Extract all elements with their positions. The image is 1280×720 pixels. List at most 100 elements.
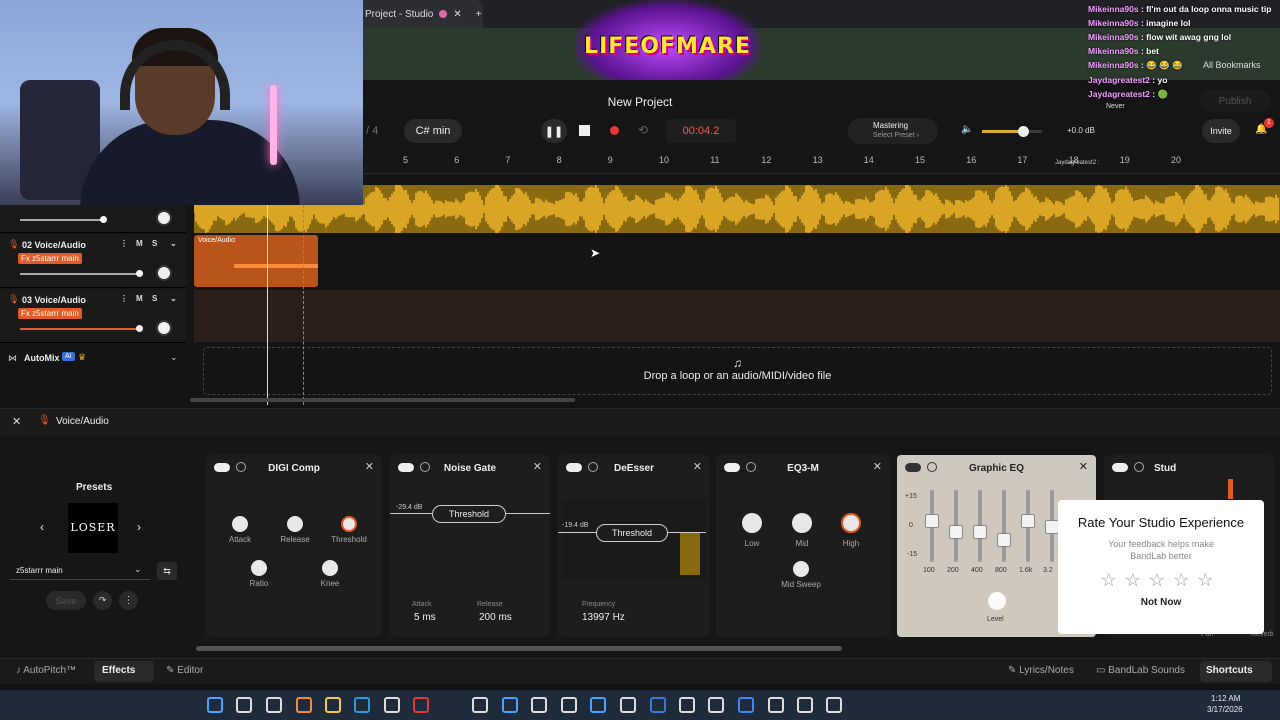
drop-zone[interactable]: ♫ Drop a loop or an audio/MIDI/video fil… bbox=[203, 347, 1272, 395]
threshold-knob[interactable] bbox=[341, 516, 357, 532]
clock-date[interactable]: 3/17/2026 bbox=[1207, 705, 1243, 714]
close-icon[interactable]: ✕ bbox=[693, 460, 702, 473]
eq-fader-handle[interactable] bbox=[949, 525, 963, 539]
close-icon[interactable]: ✕ bbox=[12, 415, 21, 428]
solo-button[interactable]: S bbox=[152, 294, 157, 303]
eq-fader-handle[interactable] bbox=[1045, 520, 1059, 534]
track-header-03[interactable]: 🎙 03 Voice/Audio Fx z5starrr main ⋮ M S … bbox=[0, 289, 186, 343]
threshold-handle[interactable]: Threshold bbox=[596, 524, 668, 542]
close-icon[interactable]: ✕ bbox=[873, 460, 882, 473]
taskbar-app-icon[interactable] bbox=[708, 697, 724, 713]
record-button[interactable] bbox=[610, 126, 619, 135]
close-icon[interactable]: ✕ bbox=[533, 460, 542, 473]
mute-button[interactable]: M bbox=[136, 294, 143, 303]
track-fx-tag[interactable]: Fx z5starrr main bbox=[18, 308, 82, 319]
playhead[interactable] bbox=[267, 205, 268, 405]
taskbar-app-icon[interactable] bbox=[207, 697, 223, 713]
not-now-button[interactable]: Not Now bbox=[1058, 597, 1264, 608]
eq-fader-track[interactable] bbox=[1002, 490, 1006, 562]
track-lane-03[interactable] bbox=[194, 290, 1280, 342]
new-tab-icon[interactable]: + bbox=[476, 9, 482, 20]
track-name[interactable]: Voice/Audio bbox=[35, 295, 86, 305]
attack-knob[interactable] bbox=[232, 516, 248, 532]
effect-toggle[interactable] bbox=[1112, 463, 1128, 472]
frequency-value[interactable]: 13997 Hz bbox=[582, 612, 625, 623]
track-volume-slider[interactable] bbox=[20, 325, 143, 332]
chevron-down-icon[interactable]: ⌄ bbox=[170, 352, 178, 363]
attack-value[interactable]: 5 ms bbox=[414, 612, 436, 623]
more-icon[interactable]: ⋮ bbox=[120, 239, 128, 248]
prev-preset-icon[interactable]: ‹ bbox=[40, 520, 44, 534]
taskbar-app-icon[interactable] bbox=[738, 697, 754, 713]
close-tab-icon[interactable]: ✕ bbox=[453, 9, 461, 20]
info-icon[interactable] bbox=[1134, 462, 1144, 472]
taskbar-app-icon[interactable] bbox=[797, 697, 813, 713]
pause-button[interactable]: ❚❚ bbox=[541, 119, 567, 143]
taskbar-app-icon[interactable] bbox=[236, 697, 252, 713]
taskbar-app-icon[interactable] bbox=[826, 697, 842, 713]
low-knob[interactable] bbox=[742, 513, 762, 533]
taskbar-app-icon[interactable] bbox=[561, 697, 577, 713]
pan-knob[interactable] bbox=[156, 210, 172, 226]
taskbar-app-icon[interactable] bbox=[590, 697, 606, 713]
knee-knob[interactable] bbox=[322, 560, 338, 576]
pan-knob[interactable] bbox=[156, 320, 172, 336]
level-knob[interactable] bbox=[988, 592, 1006, 610]
effects-tab[interactable]: Effects bbox=[94, 661, 154, 682]
autopitch-tab[interactable]: ♪ AutoPitch™ bbox=[16, 665, 76, 676]
taskbar-app-icon[interactable] bbox=[354, 697, 370, 713]
release-value[interactable]: 200 ms bbox=[479, 612, 512, 623]
share-icon[interactable]: ↷ bbox=[93, 591, 112, 610]
more-icon[interactable]: ⋮ bbox=[120, 294, 128, 303]
taskbar-app-icon[interactable] bbox=[413, 697, 429, 713]
close-icon[interactable]: ✕ bbox=[1079, 460, 1088, 473]
taskbar-app-icon[interactable] bbox=[531, 697, 547, 713]
solo-button[interactable]: S bbox=[152, 239, 157, 248]
eq-fader-handle[interactable] bbox=[925, 514, 939, 528]
horizontal-scrollbar[interactable] bbox=[190, 398, 575, 402]
high-knob[interactable] bbox=[841, 513, 861, 533]
sounds-tab[interactable]: ▭ BandLab Sounds bbox=[1096, 665, 1185, 676]
loop-icon[interactable]: ⟲ bbox=[638, 123, 648, 137]
save-button[interactable]: Save bbox=[46, 591, 86, 610]
taskbar-app-icon[interactable] bbox=[650, 697, 666, 713]
audio-clip[interactable]: Voice/Audio bbox=[194, 235, 318, 287]
time-signature[interactable]: / 4 bbox=[366, 125, 378, 137]
eq-fader-handle[interactable] bbox=[997, 533, 1011, 547]
shortcuts-tab[interactable]: Shortcuts bbox=[1200, 661, 1272, 682]
track-header-01[interactable] bbox=[0, 205, 186, 233]
taskbar-app-icon[interactable] bbox=[768, 697, 784, 713]
taskbar-app-icon[interactable] bbox=[620, 697, 636, 713]
chevron-down-icon[interactable]: ⌄ bbox=[170, 239, 177, 248]
track-volume-slider[interactable] bbox=[20, 216, 107, 223]
track-name[interactable]: Voice/Audio bbox=[35, 240, 86, 250]
track-fx-tag[interactable]: Fx z5starrr main bbox=[18, 253, 82, 264]
track-volume-slider[interactable] bbox=[20, 270, 143, 277]
eq-fader-handle[interactable] bbox=[973, 525, 987, 539]
clock-time[interactable]: 1:12 AM bbox=[1211, 694, 1240, 703]
taskbar-app-icon[interactable] bbox=[472, 697, 488, 713]
taskbar-app-icon[interactable] bbox=[502, 697, 518, 713]
mute-button[interactable]: M bbox=[136, 239, 143, 248]
key-selector[interactable]: C# min bbox=[404, 119, 462, 143]
timeline-ruler[interactable]: 5 6 7 8 9 10 11 12 13 14 15 16 17 18 19 20 bbox=[363, 152, 1280, 174]
taskbar-app-icon[interactable] bbox=[266, 697, 282, 713]
next-preset-icon[interactable]: › bbox=[137, 520, 141, 534]
taskbar-app-icon[interactable] bbox=[679, 697, 695, 713]
ratio-knob[interactable] bbox=[251, 560, 267, 576]
stop-button[interactable] bbox=[579, 125, 590, 136]
close-icon[interactable]: ✕ bbox=[365, 460, 374, 473]
chevron-down-icon[interactable]: ⌄ bbox=[170, 294, 177, 303]
effects-scrollbar[interactable] bbox=[196, 646, 842, 651]
taskbar-app-icon[interactable] bbox=[296, 697, 312, 713]
pan-knob[interactable] bbox=[156, 265, 172, 281]
browser-tab[interactable]: Project - Studio ✕ + bbox=[363, 0, 483, 28]
more-icon[interactable]: ⋮ bbox=[119, 591, 138, 610]
preset-select[interactable]: z5starrr main ⌄ bbox=[10, 562, 150, 580]
project-name[interactable]: New Project bbox=[560, 95, 720, 109]
mastering-selector[interactable]: Mastering Select Preset › bbox=[848, 118, 938, 144]
automix-row[interactable]: ⋈ AutoMix AI ♛ ⌄ bbox=[0, 348, 186, 368]
mid-knob[interactable] bbox=[792, 513, 812, 533]
star-rating[interactable]: ☆☆☆☆☆ bbox=[1058, 570, 1264, 591]
threshold-handle[interactable]: Threshold bbox=[432, 505, 506, 523]
